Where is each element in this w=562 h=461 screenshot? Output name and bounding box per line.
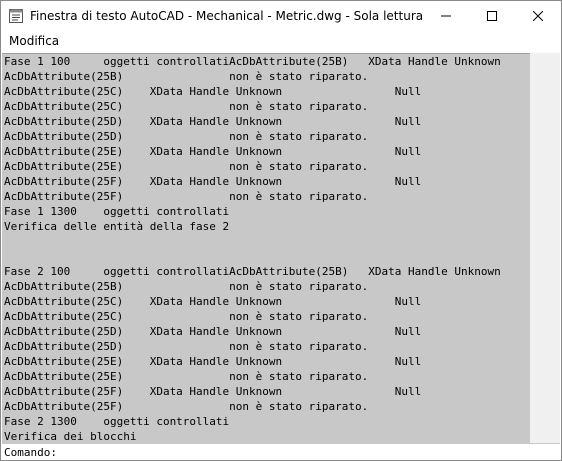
history-text-area[interactable]: Fase 1 100 oggetti controllatiAcDbAttrib… [2,53,530,444]
history-line: AcDbAttribute(25E) non è stato riparato. [4,370,369,383]
history-line: Fase 1 1300 oggetti controllati [4,205,230,218]
history-line: AcDbAttribute(25F) non è stato riparato. [4,400,369,413]
history-line: AcDbAttribute(25C) XData Handle Unknown … [4,295,422,308]
minimize-button[interactable] [423,1,469,31]
autocad-text-window-icon[interactable] [9,9,23,23]
history-line: AcDbAttribute(25C) non è stato riparato. [4,100,369,113]
close-button[interactable] [515,1,561,31]
history-line: AcDbAttribute(25E) XData Handle Unknown … [4,145,422,158]
history-line: AcDbAttribute(25D) XData Handle Unknown … [4,115,422,128]
history-line: AcDbAttribute(25D) non è stato riparato. [4,130,369,143]
history-line: AcDbAttribute(25E) non è stato riparato. [4,160,369,173]
minimize-icon [441,11,452,21]
history-line: Verifica delle entità della fase 2 [4,220,230,233]
title-bar[interactable]: Finestra di testo AutoCAD - Mechanical -… [1,1,561,31]
command-input[interactable] [56,445,560,459]
history-line: AcDbAttribute(25D) XData Handle Unknown … [4,325,422,338]
history-line: AcDbAttribute(25F) XData Handle Unknown … [4,175,422,188]
history-line: Verifica dei blocchi [4,430,137,443]
vertical-scrollbar[interactable] [530,53,560,443]
command-label: Comando: [4,445,57,459]
history-line: AcDbAttribute(25D) non è stato riparato. [4,340,369,353]
close-icon [533,11,543,21]
history-line: AcDbAttribute(25B) non è stato riparato. [4,280,369,293]
history-line: AcDbAttribute(25F) XData Handle Unknown … [4,385,422,398]
history-line: AcDbAttribute(25C) non è stato riparato. [4,310,369,323]
command-line: Comando: [2,443,560,460]
history-line: AcDbAttribute(25E) XData Handle Unknown … [4,355,422,368]
history-line: AcDbAttribute(25B) non è stato riparato. [4,70,369,83]
history-line: AcDbAttribute(25C) XData Handle Unknown … [4,85,422,98]
history-line [2,249,530,264]
menu-bar: Modifica [1,31,561,51]
window-title: Finestra di testo AutoCAD - Mechanical -… [30,9,424,23]
maximize-button[interactable] [469,1,515,31]
history-line [2,234,530,249]
history-line: AcDbAttribute(25F) non è stato riparato. [4,190,369,203]
maximize-icon [487,11,498,21]
menu-item-modifica[interactable]: Modifica [9,34,59,48]
autocad-text-window: Finestra di testo AutoCAD - Mechanical -… [0,0,562,461]
history-line: Fase 2 100 oggetti controllatiAcDbAttrib… [4,265,501,278]
history-line: Fase 2 1300 oggetti controllati [4,415,230,428]
history-line: Fase 1 100 oggetti controllatiAcDbAttrib… [4,55,501,68]
